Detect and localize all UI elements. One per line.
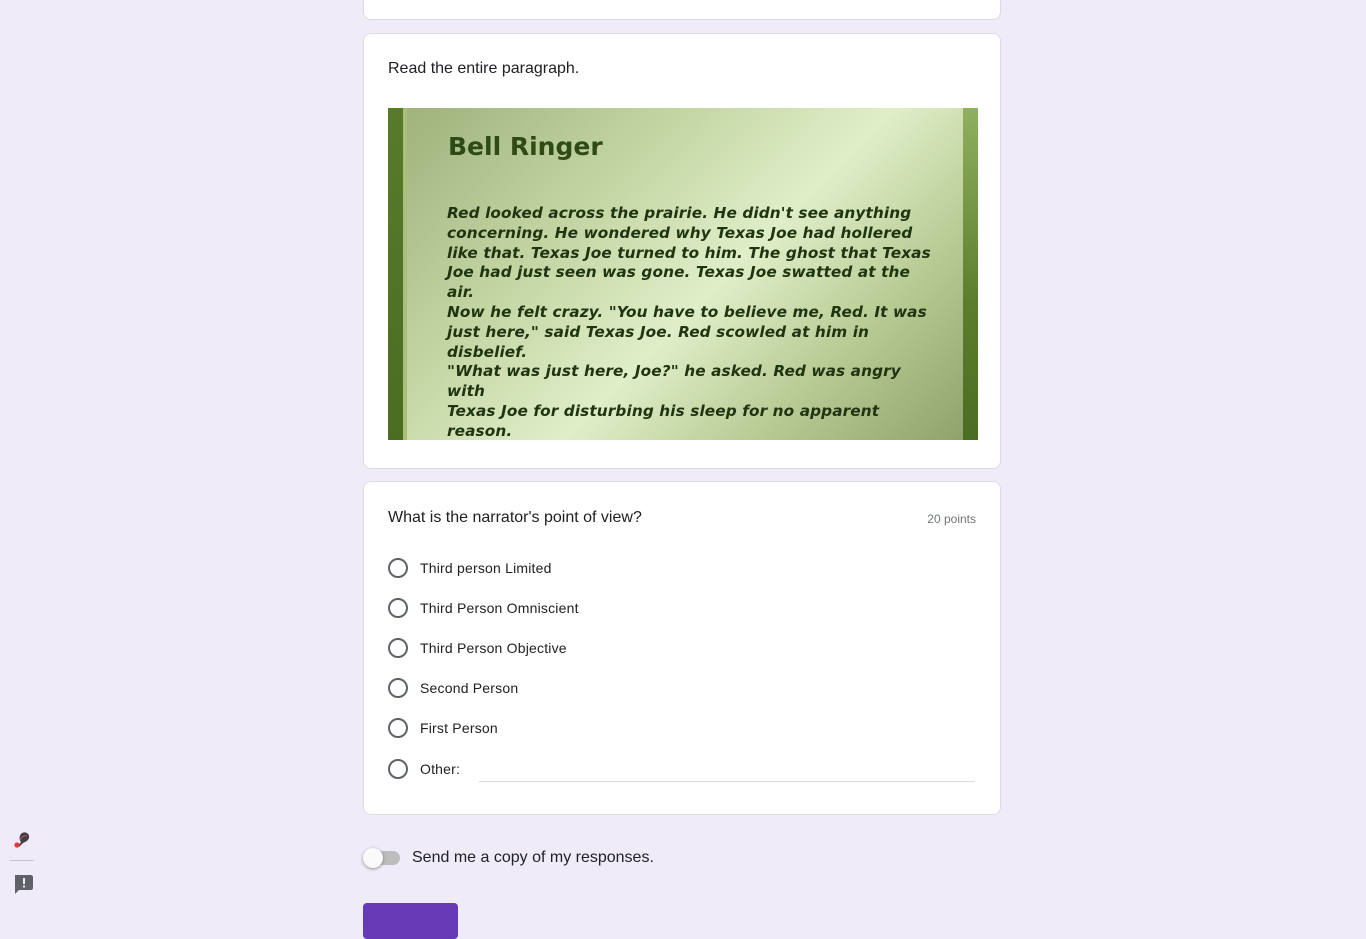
slide-line: just here," said Texas Joe. Red scowled … bbox=[447, 322, 870, 361]
option-label: Third person Limited bbox=[420, 560, 552, 576]
copy-responses-row: Send me a copy of my responses. bbox=[363, 846, 654, 870]
option-label: First Person bbox=[420, 720, 498, 736]
option-first-person[interactable]: First Person bbox=[388, 717, 498, 739]
option-third-person-omniscient[interactable]: Third Person Omniscient bbox=[388, 597, 579, 619]
radio-button[interactable] bbox=[388, 598, 408, 618]
slide-right-border bbox=[963, 108, 978, 440]
slide-line: like that. Texas Joe turned to him. The … bbox=[447, 243, 931, 262]
image-section-card: Read the entire paragraph. Bell Ringer R… bbox=[363, 33, 1001, 469]
radio-button[interactable] bbox=[388, 678, 408, 698]
slide-line: "What was just here, Joe?" he asked. Red… bbox=[447, 362, 901, 401]
question-card: What is the narrator's point of view? 20… bbox=[363, 481, 1001, 815]
option-third-person-objective[interactable]: Third Person Objective bbox=[388, 637, 567, 659]
side-divider bbox=[10, 860, 34, 861]
points-label: 20 points bbox=[927, 512, 976, 526]
option-label: Other: bbox=[420, 761, 461, 777]
slide-line: Joe had just seen was gone. Texas Joe sw… bbox=[447, 263, 911, 302]
slide-line: concerning. He wondered why Texas Joe ha… bbox=[447, 223, 913, 242]
option-label: Third Person Objective bbox=[420, 640, 567, 656]
option-third-person-limited[interactable]: Third person Limited bbox=[388, 557, 552, 579]
radio-button[interactable] bbox=[388, 759, 408, 779]
submit-button[interactable] bbox=[363, 903, 458, 939]
radio-button[interactable] bbox=[388, 638, 408, 658]
bell-ringer-image: Bell Ringer Red looked across the prairi… bbox=[388, 108, 978, 440]
option-second-person[interactable]: Second Person bbox=[388, 677, 518, 699]
toggle-thumb bbox=[363, 848, 383, 868]
option-label: Third Person Omniscient bbox=[420, 600, 579, 616]
option-other[interactable]: Other: bbox=[388, 758, 460, 780]
slide-left-border-highlight bbox=[403, 108, 407, 440]
radio-button[interactable] bbox=[388, 718, 408, 738]
pin-icon[interactable] bbox=[12, 830, 34, 852]
option-label: Second Person bbox=[420, 680, 519, 696]
question-title: What is the narrator's point of view? bbox=[388, 509, 642, 526]
other-text-input[interactable] bbox=[479, 759, 975, 782]
slide-line: Now he felt crazy. "You have to believe … bbox=[447, 302, 927, 321]
slide-paragraph: Red looked across the prairie. He didn't… bbox=[447, 204, 937, 440]
slide-line: Texas Joe for disturbing his sleep for n… bbox=[447, 401, 880, 440]
slide-line: Red looked across the prairie. He didn't… bbox=[447, 204, 912, 222]
radio-button[interactable] bbox=[388, 558, 408, 578]
report-issue-icon[interactable] bbox=[12, 873, 34, 895]
slide-heading: Bell Ringer bbox=[448, 132, 603, 161]
image-section-title: Read the entire paragraph. bbox=[388, 60, 580, 77]
previous-card bbox=[363, 0, 1001, 20]
slide-left-border bbox=[388, 108, 403, 440]
copy-responses-label: Send me a copy of my responses. bbox=[412, 849, 654, 866]
copy-responses-toggle[interactable] bbox=[363, 846, 401, 870]
